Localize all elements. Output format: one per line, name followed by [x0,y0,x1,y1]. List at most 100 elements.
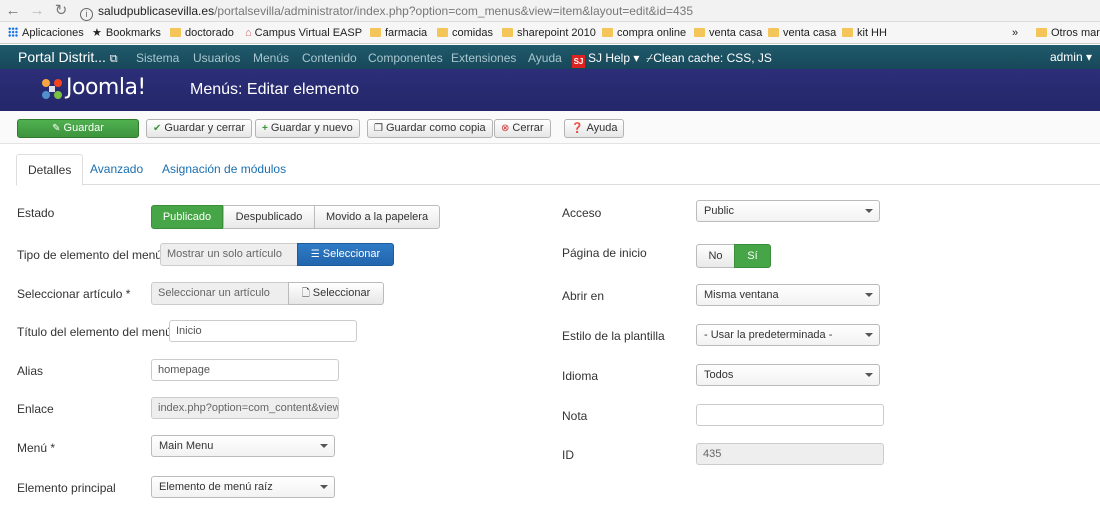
idioma-label: Idioma [562,369,599,383]
bookmark-bookmarks[interactable]: ★ Bookmarks [92,26,161,40]
bookmark-venta-casa-2[interactable]: venta casa [768,26,836,40]
site-brand[interactable]: Portal Distrit... ⧉ [18,49,118,66]
bookmark-comidas[interactable]: comidas [437,26,493,40]
tab-asignacion-modulos[interactable]: Asignación de módulos [151,154,297,185]
campus-icon: ⌂ [245,27,252,39]
principal-select[interactable]: Elemento de menú raíz [151,476,335,498]
folder-icon [768,28,779,37]
menu-sj-help[interactable]: SJ SJ Help ▾ [572,51,639,68]
check-icon: ✔ [153,123,162,134]
bookmark-doctorado[interactable]: doctorado [170,26,234,40]
bookmark-farmacia[interactable]: farmacia [370,26,427,40]
folder-icon [170,28,181,37]
estilo-select[interactable]: - Usar la predeterminada - [696,324,880,346]
estado-toggle: Publicado Despublicado Movido a la papel… [151,205,440,229]
save-close-button[interactable]: ✔ Guardar y cerrar [146,119,253,138]
bookmark-compra[interactable]: compra online [602,26,686,40]
admin-navbar: Portal Distrit... ⧉ Sistema Usuarios Men… [0,45,1100,69]
folder-icon [370,28,381,37]
estado-publicado[interactable]: Publicado [151,205,223,229]
enlace-label: Enlace [17,402,54,416]
titulo-label: Título del elemento del menú * [17,325,180,339]
bookmark-sharepoint[interactable]: sharepoint 2010 [502,26,596,40]
chevron-down-icon [865,293,873,297]
menu-clean-cache[interactable]: ⌿Clean cache: CSS, JS [646,51,772,66]
menu-ayuda[interactable]: Ayuda [528,51,562,65]
folder-icon [502,28,513,37]
copy-icon: ❐ [374,123,383,134]
enlace-field: index.php?option=com_content&view [151,397,339,419]
question-icon: ❓ [571,123,584,134]
star-icon: ★ [92,27,102,39]
url-path: /portalsevilla/administrator/index.php?o… [214,4,694,18]
url-field[interactable]: i saludpublicasevilla.es/portalsevilla/ad… [80,1,1080,21]
menu-usuarios[interactable]: Usuarios [193,51,240,65]
acceso-select[interactable]: Public [696,200,880,222]
bookmark-kit-hh[interactable]: kit HH [842,26,887,40]
cancel-icon: ⊗ [501,123,510,134]
menu-sistema[interactable]: Sistema [136,51,179,65]
bookmark-campus[interactable]: ⌂ Campus Virtual EASP [245,26,362,40]
file-icon: 🗋 [301,288,310,299]
save-button[interactable]: ✎ Guardar [17,119,139,138]
abrir-label: Abrir en [562,289,605,303]
titulo-input[interactable]: Inicio [169,320,357,342]
tipo-label: Tipo de elemento del menú * [17,248,170,262]
bookmarks-overflow[interactable]: » [1012,26,1018,40]
back-icon[interactable]: ← [4,2,22,20]
folder-icon [694,28,705,37]
apps-icon [8,27,18,37]
estado-papelera[interactable]: Movido a la papelera [314,205,440,229]
menu-menus[interactable]: Menús [253,51,289,65]
joomla-logo-icon [42,79,62,99]
principal-label: Elemento principal [17,481,116,495]
sj-logo-icon: SJ [572,55,585,68]
bookmark-venta-casa-1[interactable]: venta casa [694,26,762,40]
folder-icon [602,28,613,37]
abrir-select[interactable]: Misma ventana [696,284,880,306]
bookmark-apps[interactable]: Aplicaciones [8,26,84,40]
forward-icon[interactable]: → [28,2,46,20]
inicio-toggle: No Sí [696,244,771,268]
plus-icon: + [262,123,268,134]
menu-contenido[interactable]: Contenido [302,51,357,65]
nota-input[interactable] [696,404,884,426]
browser-address-bar: ← → ↻ i saludpublicasevilla.es/portalsevi… [0,0,1100,22]
alias-label: Alias [17,364,44,378]
inicio-no[interactable]: No [696,244,735,268]
nota-label: Nota [562,409,588,423]
id-label: ID [562,448,574,462]
menu-label: Menú * [17,441,56,455]
menu-extensiones[interactable]: Extensiones [451,51,516,65]
help-button[interactable]: ❓ Ayuda [564,119,625,138]
user-menu[interactable]: admin ▾ [1050,50,1092,64]
estilo-label: Estilo de la plantilla [562,329,665,343]
chevron-down-icon [320,444,328,448]
tipo-select-button[interactable]: ☰ Seleccionar [297,243,394,266]
list-icon: ☰ [310,249,320,260]
tab-detalles[interactable]: Detalles [16,154,84,186]
chevron-down-icon [865,333,873,337]
save-new-button[interactable]: + Guardar y nuevo [255,119,360,138]
estado-label: Estado [17,206,55,220]
joomla-logo-text: Joomla! [66,75,146,100]
alias-input[interactable]: homepage [151,359,339,381]
inicio-label: Página de inicio [562,246,647,260]
chevron-down-icon [865,209,873,213]
chevron-down-icon [320,485,328,489]
bookmark-otros[interactable]: Otros marc [1036,26,1100,40]
estado-despublicado[interactable]: Despublicado [223,205,315,229]
chevron-down-icon [865,373,873,377]
menu-componentes[interactable]: Componentes [368,51,443,65]
save-copy-button[interactable]: ❐ Guardar como copia [367,119,493,138]
reload-icon[interactable]: ↻ [52,2,70,20]
tab-avanzado[interactable]: Avanzado [79,154,154,185]
page-header: Joomla! Menús: Editar elemento [0,69,1100,111]
menu-select[interactable]: Main Menu [151,435,335,457]
inicio-si[interactable]: Sí [734,244,771,268]
close-button[interactable]: ⊗ Cerrar [494,119,551,138]
folder-icon [842,28,853,37]
info-icon[interactable]: i [80,8,93,21]
articulo-select-button[interactable]: 🗋 Seleccionar [288,282,384,305]
idioma-select[interactable]: Todos [696,364,880,386]
